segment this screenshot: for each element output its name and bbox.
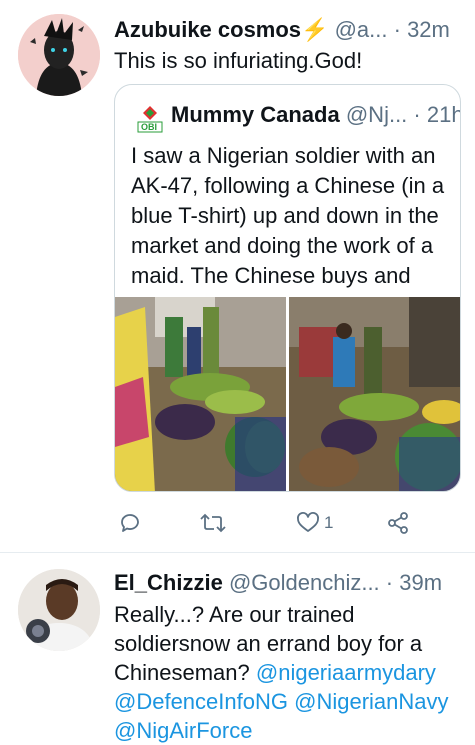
quote-header: Mummy Canada @Nj... · 21h <box>171 102 460 128</box>
separator: · <box>385 570 394 595</box>
tweet-text-line: Really...? Are our trained <box>114 602 355 627</box>
mention-link[interactable]: @DefenceInfoNG <box>114 689 288 714</box>
lightning-icon: ⚡ <box>301 17 329 42</box>
timestamp[interactable]: 39m <box>399 570 442 595</box>
quote-timestamp[interactable]: 21h <box>427 102 460 127</box>
author-name[interactable]: Azubuike cosmos <box>114 17 301 42</box>
obi-logo-icon: OBI <box>137 105 163 133</box>
quote-photo-1[interactable] <box>115 297 286 491</box>
quoted-tweet[interactable]: OBI Mummy Canada @Nj... · 21h I saw a Ni… <box>114 84 461 492</box>
quote-author-name[interactable]: Mummy Canada <box>171 102 340 127</box>
author-name[interactable]: El_Chizzie <box>114 570 223 595</box>
reply-button[interactable] <box>118 508 142 538</box>
tweet-header: El_Chizzie @Goldenchiz... · 39m <box>114 569 442 597</box>
avatar-art-icon <box>18 14 100 96</box>
quote-photo-2[interactable] <box>289 297 460 491</box>
quote-separator: · <box>413 102 421 127</box>
tweet-text-segment: Chineseman? <box>114 660 250 685</box>
avatar[interactable] <box>18 569 100 651</box>
mention-link[interactable]: @NigerianNavy <box>294 689 448 714</box>
tweet-actions: 1 <box>114 508 424 538</box>
share-icon <box>388 512 408 534</box>
quote-text: I saw a Nigerian soldier with an AK-47, … <box>131 143 445 318</box>
obi-logo-text: OBI <box>141 122 158 132</box>
avatar-photo-icon <box>18 569 100 651</box>
tweet-text-line: Chineseman? @nigeriaarmydary <box>114 658 464 687</box>
separator: · <box>393 17 401 42</box>
tweet-text: This is so infuriating.God! <box>114 48 363 73</box>
heart-icon <box>297 512 319 532</box>
avatar[interactable] <box>18 14 100 96</box>
mention-link[interactable]: @NigAirForce <box>114 718 252 743</box>
like-button[interactable]: 1 <box>296 508 333 538</box>
tweet-header: Azubuike cosmos⚡ @a... · 32m <box>114 16 450 44</box>
retweet-icon <box>200 513 226 533</box>
tweet-text: Really...? Are our trained soldiersnow a… <box>114 600 464 745</box>
like-count: 1 <box>324 513 334 532</box>
tweet-text-line: @NigAirForce <box>114 716 464 745</box>
tweet-azubuike[interactable]: Azubuike cosmos⚡ @a... · 32m This is so … <box>0 0 475 552</box>
reply-icon <box>121 514 139 532</box>
tweet-text-line: @DefenceInfoNG @NigerianNavy <box>114 687 464 716</box>
timestamp[interactable]: 32m <box>407 17 450 42</box>
author-handle[interactable]: @a... <box>335 17 388 42</box>
tweet-el-chizzie[interactable]: El_Chizzie @Goldenchiz... · 39m Really..… <box>0 553 475 744</box>
mention-link[interactable]: @nigeriaarmydary <box>256 660 436 685</box>
share-button[interactable] <box>386 508 410 538</box>
tweet-text-line: soldiersnow an errand boy for a <box>114 631 423 656</box>
quote-author-handle[interactable]: @Nj... <box>346 102 407 127</box>
retweet-button[interactable] <box>200 508 226 538</box>
author-handle[interactable]: @Goldenchiz... <box>229 570 380 595</box>
